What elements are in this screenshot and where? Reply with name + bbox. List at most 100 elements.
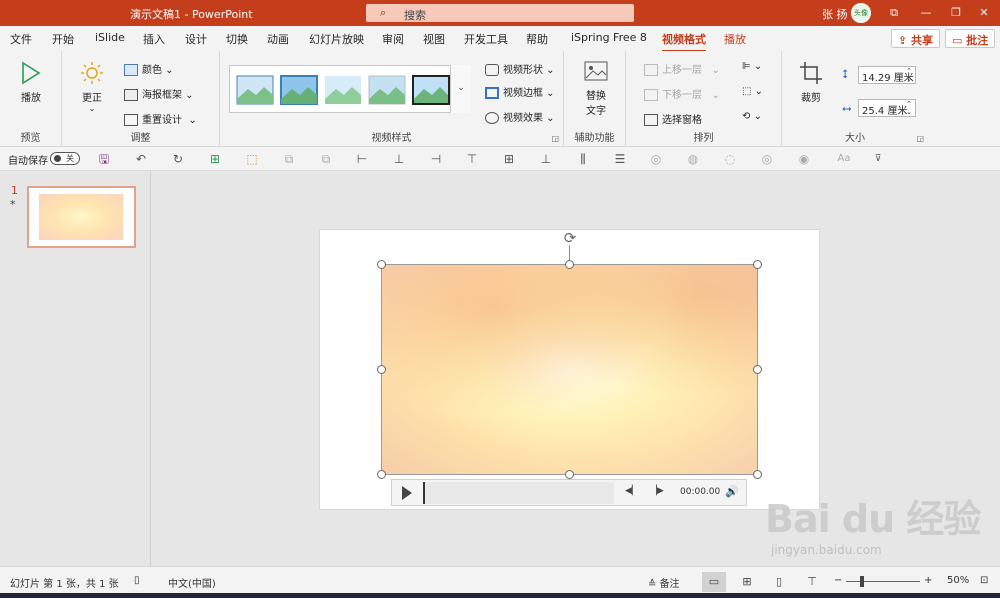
seek-bar[interactable] (423, 482, 614, 504)
video-border-button[interactable]: 视频边框 ⌄ (485, 84, 555, 99)
align-button[interactable]: ⊫ ⌄ (742, 61, 762, 72)
align-middle-icon[interactable]: ⊞ (501, 151, 517, 167)
notes-button[interactable]: ≙ 备注 (648, 575, 680, 590)
align-right-icon[interactable]: ⊣ (428, 151, 444, 167)
dialog-launcher-icon[interactable]: ◲ (551, 134, 559, 143)
zoom-out-icon[interactable]: − (834, 575, 842, 586)
resize-handle-ne[interactable] (753, 260, 762, 269)
resize-handle-nw[interactable] (377, 260, 386, 269)
save-icon[interactable]: 🖫 (96, 151, 112, 167)
merge-shapes-icon[interactable]: ◎ (648, 151, 664, 167)
skip-back-icon[interactable]: ◀▏ (625, 486, 639, 496)
tab-developer[interactable]: 开发工具 (464, 31, 508, 47)
slide-sorter-icon[interactable]: ⊞ (735, 572, 759, 592)
video-style-5[interactable] (412, 75, 450, 105)
send-back-icon[interactable]: ⧉ (318, 151, 334, 167)
skip-forward-icon[interactable]: ▕▶ (650, 486, 664, 496)
group-objects-button[interactable]: ⬚ ⌄ (742, 86, 763, 97)
tab-file[interactable]: 文件 (10, 31, 32, 47)
tab-design[interactable]: 设计 (185, 31, 207, 47)
resize-handle-n[interactable] (565, 260, 574, 269)
poster-frame-button[interactable]: 海报框架 ⌄ (124, 86, 194, 101)
tab-ispring[interactable]: iSpring Free 8 (571, 31, 647, 44)
video-effects-button[interactable]: 视频效果 ⌄ (485, 109, 555, 124)
align-top-icon[interactable]: ⊤ (464, 151, 480, 167)
align-center-icon[interactable]: ⊥ (391, 151, 407, 167)
tab-home[interactable]: 开始 (52, 31, 74, 47)
spellcheck-icon[interactable]: ▯ (134, 575, 140, 586)
table-icon[interactable]: ⊞ (207, 151, 223, 167)
tab-islide[interactable]: iSlide (95, 31, 125, 44)
tab-help[interactable]: 帮助 (526, 31, 548, 47)
language-indicator[interactable]: 中文(中国) (168, 575, 216, 590)
corrections-button[interactable]: 更正 ⌄ (76, 61, 108, 113)
normal-view-icon[interactable]: ▭ (702, 572, 726, 592)
user-name[interactable]: 张 扬 (822, 6, 848, 22)
avatar[interactable]: 头像 (851, 3, 871, 23)
tab-animations[interactable]: 动画 (267, 31, 289, 47)
intersect-icon[interactable]: ◎ (759, 151, 775, 167)
rotate-button[interactable]: ⟲ ⌄ (742, 111, 762, 122)
fragment-icon[interactable]: ◌ (722, 151, 738, 167)
zoom-slider-thumb[interactable] (860, 576, 864, 587)
slideshow-view-icon[interactable]: ⊤ (800, 572, 824, 592)
bring-front-icon[interactable]: ⧉ (281, 151, 297, 167)
combine-icon[interactable]: ◍ (685, 151, 701, 167)
volume-icon[interactable]: 🔊 (725, 485, 739, 498)
tab-slideshow[interactable]: 幻灯片放映 (309, 31, 364, 47)
font-size-button[interactable]: Aa (832, 151, 856, 167)
rotate-handle-icon[interactable]: ⟳ (561, 229, 579, 247)
tab-playback[interactable]: 播放 (724, 31, 746, 47)
tab-review[interactable]: 审阅 (382, 31, 404, 47)
align-left-icon[interactable]: ⊢ (354, 151, 370, 167)
video-shape-button[interactable]: 视频形状 ⌄ (485, 61, 555, 76)
distribute-horizontal-icon[interactable]: ⫼ (575, 151, 591, 167)
video-style-4[interactable] (368, 75, 406, 105)
alt-text-button[interactable]: 替换 文字 (578, 61, 614, 117)
video-style-1[interactable] (236, 75, 274, 105)
video-frame[interactable] (381, 264, 758, 475)
fit-to-window-icon[interactable]: ⊡ (980, 575, 988, 586)
tab-view[interactable]: 视图 (423, 31, 445, 47)
resize-handle-s[interactable] (565, 470, 574, 479)
player-play-icon[interactable] (402, 486, 412, 500)
resize-handle-sw[interactable] (377, 470, 386, 479)
zoom-level[interactable]: 50% (947, 575, 969, 586)
video-style-3[interactable] (324, 75, 362, 105)
tab-video-format[interactable]: 视频格式 (662, 31, 706, 52)
bring-forward-button[interactable]: 上移一层 ⌄ (644, 61, 720, 76)
resize-handle-w[interactable] (377, 365, 386, 374)
play-button[interactable]: 播放 (10, 61, 52, 104)
zoom-slider[interactable] (846, 581, 920, 582)
send-backward-button[interactable]: 下移一层 ⌄ (644, 86, 720, 101)
shape-select-icon[interactable]: ⬚ (244, 151, 260, 167)
width-input[interactable]: 25.4 厘米 ⌃ ⌄ (858, 99, 916, 117)
redo-icon[interactable]: ↻ (170, 151, 186, 167)
reading-view-icon[interactable]: ▯ (767, 572, 791, 592)
selection-pane-button[interactable]: 选择窗格 (644, 111, 702, 126)
distribute-vertical-icon[interactable]: ☰ (612, 151, 628, 167)
reset-design-button[interactable]: 重置设计 ⌄ (124, 111, 197, 126)
size-dialog-launcher-icon[interactable]: ◲ (916, 134, 924, 143)
video-style-2[interactable] (280, 75, 318, 105)
close-button[interactable]: ✕ (968, 0, 1000, 26)
undo-icon[interactable]: ↶ (133, 151, 149, 167)
align-bottom-icon[interactable]: ⊥ (538, 151, 554, 167)
gallery-more-icon[interactable]: ⌄ (450, 65, 471, 113)
tab-transitions[interactable]: 切换 (226, 31, 248, 47)
search-box[interactable]: ⌕ 搜索 (366, 4, 634, 22)
color-button[interactable]: 颜色 ⌄ (124, 61, 174, 76)
share-button[interactable]: ⇪ 共享 (891, 29, 941, 48)
comments-button[interactable]: ▭ 批注 (945, 29, 996, 48)
tab-insert[interactable]: 插入 (143, 31, 165, 47)
resize-handle-e[interactable] (753, 365, 762, 374)
slide-thumbnail[interactable] (27, 186, 136, 248)
resize-handle-se[interactable] (753, 470, 762, 479)
customize-qat-icon[interactable]: ⊽ (870, 151, 886, 167)
present-mode-icon[interactable]: ⧉ (878, 0, 910, 26)
height-input[interactable]: 14.29 厘米 ⌃ ⌄ (858, 66, 916, 84)
autosave-toggle[interactable]: 关 (50, 152, 80, 165)
minimize-button[interactable]: — (910, 0, 942, 26)
crop-button[interactable]: 裁剪 (794, 61, 828, 104)
zoom-in-icon[interactable]: + (924, 575, 932, 586)
